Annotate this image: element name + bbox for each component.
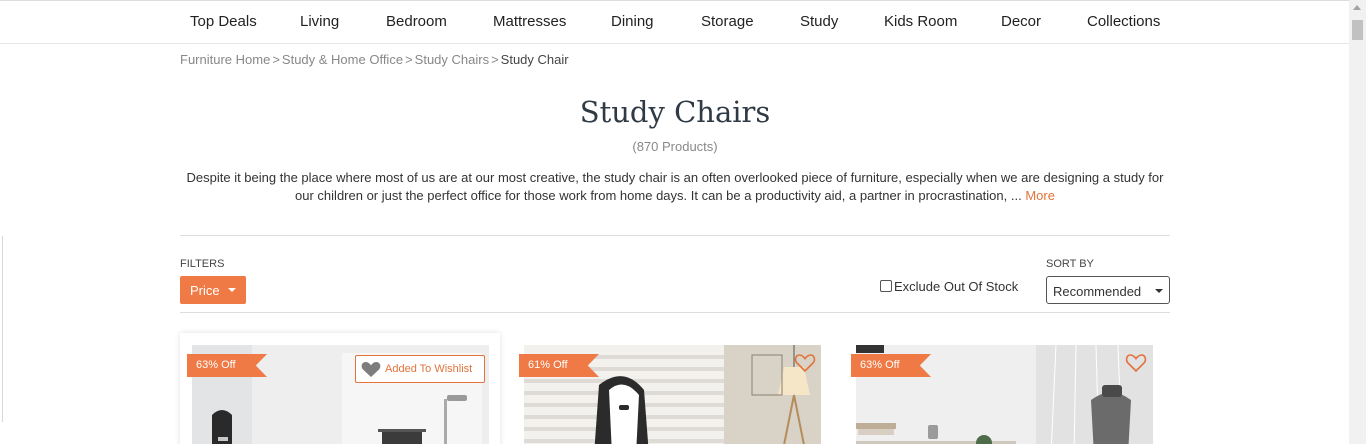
breadcrumb: Furniture Home > Study & Home Office > Study… bbox=[180, 52, 569, 67]
wishlist-label: Added To Wishlist bbox=[385, 363, 473, 375]
nav-mattresses[interactable]: Mattresses bbox=[493, 13, 566, 30]
heart-outline-icon[interactable] bbox=[794, 353, 816, 373]
sort-selected-value: Recommended bbox=[1053, 284, 1142, 299]
sort-select[interactable]: Recommended bbox=[1046, 276, 1170, 304]
discount-badge: 63% Off bbox=[187, 354, 267, 377]
scroll-thumb[interactable] bbox=[1352, 20, 1363, 40]
exclude-label: Exclude Out Of Stock bbox=[894, 279, 1019, 294]
divider bbox=[180, 312, 1170, 313]
heart-filled-icon bbox=[361, 362, 381, 377]
exclude-out-of-stock-checkbox[interactable]: Exclude Out Of Stock bbox=[880, 279, 1018, 294]
side-panel-edge bbox=[0, 236, 3, 422]
product-count: (870 Products) bbox=[632, 139, 718, 154]
added-to-wishlist-button[interactable]: Added To Wishlist bbox=[355, 355, 485, 383]
breadcrumb-separator: > bbox=[405, 52, 413, 67]
breadcrumb-furniture-home[interactable]: Furniture Home bbox=[180, 52, 270, 67]
nav-storage[interactable]: Storage bbox=[701, 13, 754, 30]
price-filter-label: Price bbox=[190, 283, 220, 298]
caret-down-icon bbox=[1155, 289, 1163, 293]
breadcrumb-study-chairs[interactable]: Study Chairs bbox=[415, 52, 489, 67]
breadcrumb-separator: > bbox=[491, 52, 499, 67]
more-link[interactable]: More bbox=[1025, 188, 1055, 203]
product-card[interactable]: 63% Off bbox=[844, 333, 1164, 444]
sort-by-label: SORT BY bbox=[1046, 258, 1094, 270]
page-scrollbar[interactable] bbox=[1349, 0, 1366, 444]
product-card[interactable]: 63% Off Added To Wishlist bbox=[180, 333, 500, 444]
nav-study[interactable]: Study bbox=[800, 13, 838, 30]
product-card[interactable]: 61% Off bbox=[512, 333, 832, 444]
caret-down-icon bbox=[228, 288, 236, 292]
scroll-up-arrow-icon[interactable] bbox=[1353, 5, 1361, 10]
nav-bedroom[interactable]: Bedroom bbox=[386, 13, 447, 30]
discount-badge: 61% Off bbox=[519, 354, 599, 377]
nav-decor[interactable]: Decor bbox=[1001, 13, 1041, 30]
checkbox-box[interactable] bbox=[880, 280, 892, 292]
divider bbox=[180, 235, 1170, 236]
breadcrumb-separator: > bbox=[272, 52, 280, 67]
nav-living[interactable]: Living bbox=[300, 13, 339, 30]
nav-kids-room[interactable]: Kids Room bbox=[884, 13, 957, 30]
nav-collections[interactable]: Collections bbox=[1087, 13, 1160, 30]
nav-dining[interactable]: Dining bbox=[611, 13, 654, 30]
page-title: Study Chairs bbox=[579, 95, 771, 129]
price-filter-button[interactable]: Price bbox=[180, 276, 246, 304]
breadcrumb-current: Study Chair bbox=[500, 52, 569, 67]
breadcrumb-study-home-office[interactable]: Study & Home Office bbox=[282, 52, 403, 67]
filters-label: FILTERS bbox=[180, 258, 225, 270]
heart-outline-icon[interactable] bbox=[1125, 353, 1147, 373]
category-description: Despite it being the place where most of… bbox=[180, 169, 1170, 205]
nav-top-deals[interactable]: Top Deals bbox=[190, 13, 257, 30]
discount-badge: 63% Off bbox=[851, 354, 931, 377]
description-text: Despite it being the place where most of… bbox=[186, 170, 1164, 203]
category-nav: Top Deals Living Bedroom Mattresses Dini… bbox=[0, 0, 1349, 44]
